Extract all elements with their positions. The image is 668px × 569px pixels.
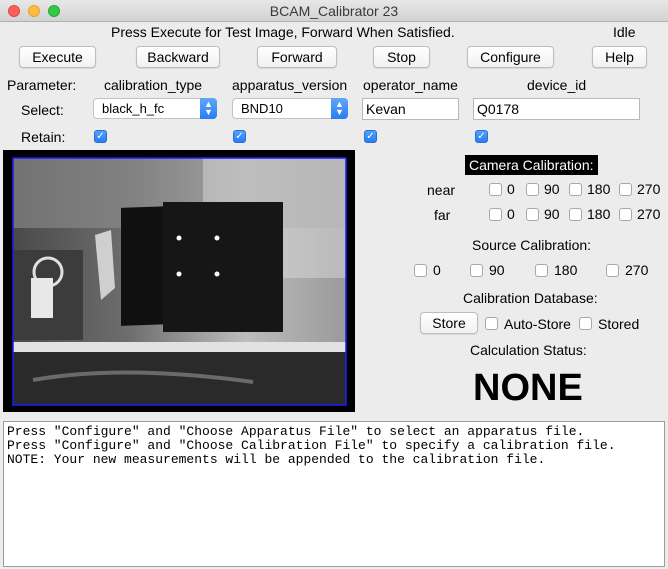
- camera-far-0-label: 0: [507, 206, 515, 222]
- camera-far-180-label: 180: [587, 206, 611, 222]
- configure-button[interactable]: Configure: [467, 46, 554, 68]
- window-title: BCAM_Calibrator 23: [269, 3, 399, 19]
- stop-button[interactable]: Stop: [373, 46, 430, 68]
- source-180-checkbox[interactable]: [535, 264, 548, 277]
- apparatus-version-value: BND10: [241, 101, 283, 116]
- camera-near-0-checkbox[interactable]: [489, 183, 502, 196]
- camera-near-180-checkbox[interactable]: [569, 183, 582, 196]
- camera-near-90-label: 90: [544, 181, 560, 197]
- source-270-label: 270: [625, 262, 649, 278]
- retain-label: Retain:: [21, 129, 66, 145]
- help-button[interactable]: Help: [592, 46, 647, 68]
- device-id-input[interactable]: Q0178: [473, 98, 640, 120]
- camera-near-180-label: 180: [587, 181, 611, 197]
- param-header-device-id: device_id: [527, 77, 587, 93]
- retain-device-id-checkbox[interactable]: ✓: [475, 130, 488, 143]
- backward-button[interactable]: Backward: [136, 46, 220, 68]
- camera-near-0-label: 0: [507, 181, 515, 197]
- forward-button[interactable]: Forward: [257, 46, 337, 68]
- calibration-database-title: Calibration Database:: [463, 290, 598, 306]
- parameter-label: Parameter:: [7, 77, 77, 93]
- auto-store-label: Auto-Store: [504, 316, 571, 332]
- updown-arrows-icon: ▲ ▼: [331, 98, 348, 119]
- source-90-label: 90: [489, 262, 505, 278]
- auto-store-checkbox[interactable]: [485, 317, 498, 330]
- source-calibration-title: Source Calibration:: [472, 237, 592, 253]
- source-180-label: 180: [554, 262, 578, 278]
- source-270-checkbox[interactable]: [606, 264, 619, 277]
- operator-name-input[interactable]: Kevan: [362, 98, 459, 120]
- camera-near-90-checkbox[interactable]: [526, 183, 539, 196]
- param-header-calibration-type: calibration_type: [104, 77, 203, 93]
- camera-near-270-checkbox[interactable]: [619, 183, 632, 196]
- execute-button[interactable]: Execute: [19, 46, 96, 68]
- stored-label: Stored: [598, 316, 640, 332]
- source-90-checkbox[interactable]: [470, 264, 483, 277]
- camera-calibration-title: Camera Calibration:: [465, 155, 598, 175]
- camera-image[interactable]: [3, 150, 355, 412]
- camera-far-label: far: [434, 207, 451, 223]
- source-0-label: 0: [433, 262, 441, 278]
- calibration-type-select[interactable]: black_h_fc ▲ ▼: [93, 98, 217, 119]
- retain-calibration-type-checkbox[interactable]: ✓: [94, 130, 107, 143]
- status-state: Idle: [613, 24, 636, 40]
- camera-far-90-checkbox[interactable]: [526, 208, 539, 221]
- title-bar[interactable]: BCAM_Calibrator 23: [0, 0, 668, 22]
- stored-checkbox[interactable]: [579, 317, 592, 330]
- retain-apparatus-version-checkbox[interactable]: ✓: [233, 130, 246, 143]
- apparatus-version-select[interactable]: BND10 ▲ ▼: [232, 98, 348, 119]
- param-header-apparatus-version: apparatus_version: [232, 77, 348, 93]
- status-message: Press Execute for Test Image, Forward Wh…: [111, 24, 455, 40]
- updown-arrows-icon: ▲ ▼: [200, 98, 217, 119]
- camera-far-270-checkbox[interactable]: [619, 208, 632, 221]
- camera-far-270-label: 270: [637, 206, 661, 222]
- camera-near-270-label: 270: [637, 181, 661, 197]
- calculation-status-value: NONE: [473, 367, 583, 409]
- select-label: Select:: [21, 102, 64, 118]
- camera-near-label: near: [427, 182, 456, 198]
- store-button[interactable]: Store: [420, 312, 478, 334]
- camera-far-180-checkbox[interactable]: [569, 208, 582, 221]
- calculation-status-title: Calculation Status:: [470, 342, 587, 358]
- log-text-area[interactable]: Press "Configure" and "Choose Apparatus …: [3, 421, 665, 567]
- calibration-type-value: black_h_fc: [102, 101, 165, 116]
- source-0-checkbox[interactable]: [414, 264, 427, 277]
- app-window: BCAM_Calibrator 23 Press Execute for Tes…: [0, 0, 668, 569]
- camera-far-0-checkbox[interactable]: [489, 208, 502, 221]
- retain-operator-name-checkbox[interactable]: ✓: [364, 130, 377, 143]
- param-header-operator-name: operator_name: [363, 77, 458, 93]
- camera-far-90-label: 90: [544, 206, 560, 222]
- camera-image-drawing: [12, 157, 347, 406]
